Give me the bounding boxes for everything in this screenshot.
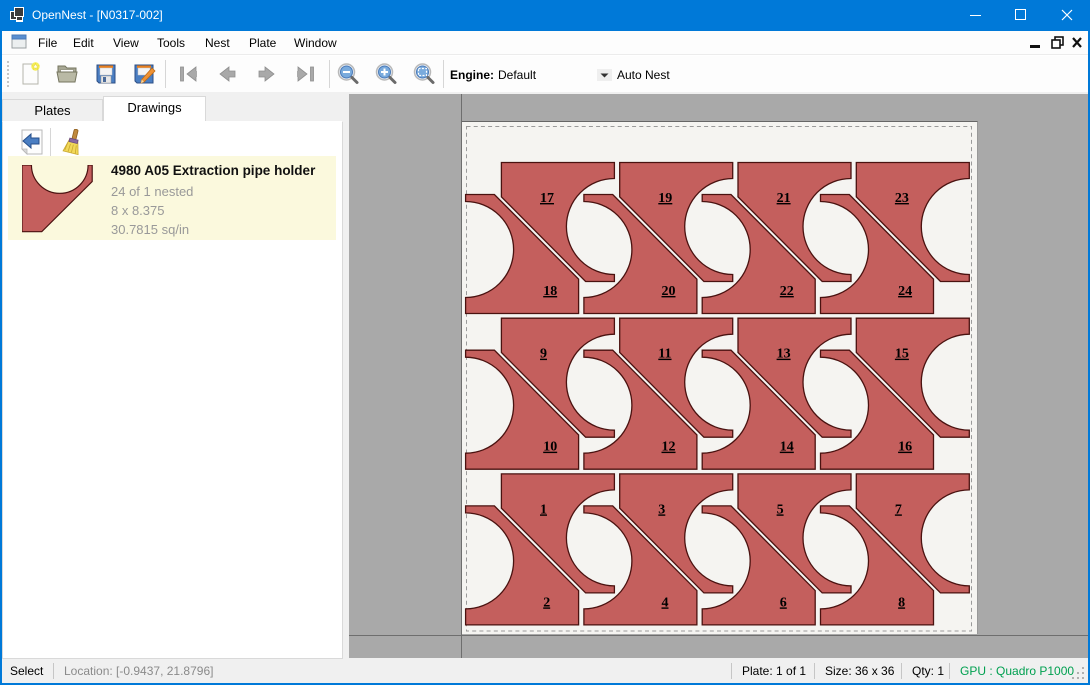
svg-text:22: 22 — [780, 284, 794, 299]
svg-text:14: 14 — [780, 440, 794, 455]
svg-text:10: 10 — [543, 440, 557, 455]
svg-text:4: 4 — [662, 595, 669, 610]
svg-text:19: 19 — [658, 191, 672, 206]
svg-text:20: 20 — [662, 284, 676, 299]
svg-text:1: 1 — [540, 502, 547, 517]
svg-text:18: 18 — [543, 284, 557, 299]
svg-text:7: 7 — [895, 502, 902, 517]
svg-text:9: 9 — [540, 347, 547, 362]
svg-text:21: 21 — [777, 191, 791, 206]
svg-text:5: 5 — [777, 502, 784, 517]
svg-text:2: 2 — [543, 595, 550, 610]
svg-text:23: 23 — [895, 191, 909, 206]
svg-text:15: 15 — [895, 347, 909, 362]
svg-text:24: 24 — [898, 284, 912, 299]
svg-text:11: 11 — [658, 347, 671, 362]
svg-text:6: 6 — [780, 595, 787, 610]
svg-text:12: 12 — [662, 440, 676, 455]
svg-text:3: 3 — [658, 502, 665, 517]
svg-text:17: 17 — [540, 191, 554, 206]
svg-text:8: 8 — [898, 595, 905, 610]
svg-text:16: 16 — [898, 440, 912, 455]
svg-text:13: 13 — [777, 347, 791, 362]
